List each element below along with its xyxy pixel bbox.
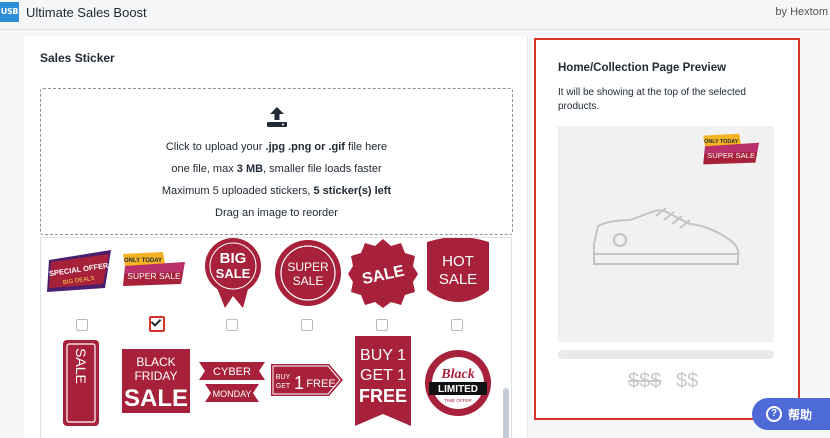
- svg-text:CYBER: CYBER: [213, 366, 251, 378]
- sticker-checkbox[interactable]: [376, 319, 388, 331]
- sticker-black-friday-limited[interactable]: Black LIMITED TIME OFFER: [423, 348, 493, 418]
- sticker-sale-vertical[interactable]: SALE: [61, 338, 101, 428]
- preview-sticker: ONLY TODAY SUPER SALE: [703, 133, 759, 165]
- help-icon: ?: [766, 406, 782, 422]
- sticker-sale-badge[interactable]: SALE: [347, 238, 419, 308]
- sticker-super-sale-round[interactable]: SUPER SALE: [273, 238, 343, 308]
- sticker-cyber-monday[interactable]: CYBER MONDAY: [197, 358, 267, 408]
- svg-text:FREE: FREE: [359, 386, 407, 406]
- svg-text:1: 1: [294, 373, 304, 393]
- svg-text:SUPER SALE: SUPER SALE: [707, 151, 755, 160]
- svg-text:FRIDAY: FRIDAY: [134, 369, 177, 383]
- sticker-checkbox[interactable]: [226, 319, 238, 331]
- svg-text:SALE: SALE: [293, 274, 324, 288]
- by-vendor-link[interactable]: by Hextom: [775, 6, 828, 18]
- sticker-special-offer[interactable]: SPECIAL OFFER BIG DEALS: [45, 246, 115, 296]
- svg-text:ONLY TODAY: ONLY TODAY: [704, 139, 738, 145]
- sticker-buy1-get1-free-flag[interactable]: BUY 1 GET 1 FREE: [353, 334, 413, 428]
- svg-text:Black: Black: [440, 367, 474, 382]
- svg-text:BLACK: BLACK: [136, 355, 175, 369]
- svg-text:MONDAY: MONDAY: [213, 389, 252, 399]
- sticker-gallery: SPECIAL OFFER BIG DEALS ONLY TODAY SUPER…: [40, 237, 512, 438]
- svg-text:BUY 1: BUY 1: [360, 347, 406, 364]
- sticker-checkbox-selected[interactable]: [149, 316, 165, 332]
- svg-text:SUPER: SUPER: [287, 260, 329, 274]
- upload-icon: [267, 107, 287, 127]
- svg-text:SALE: SALE: [73, 348, 89, 384]
- app-logo-icon: USB: [0, 2, 19, 22]
- product-image-placeholder: ONLY TODAY SUPER SALE: [558, 126, 774, 342]
- product-title-placeholder: [558, 350, 774, 359]
- svg-text:SALE: SALE: [124, 385, 188, 412]
- upload-count-limit: Maximum 5 uploaded stickers, 5 sticker(s…: [161, 185, 392, 197]
- app-header: USB Ultimate Sales Boost by Hextom: [0, 0, 830, 30]
- price-new: $$: [676, 370, 699, 392]
- preview-description: It will be showing at the top of the sel…: [558, 87, 746, 112]
- sticker-checkbox[interactable]: [451, 319, 463, 331]
- help-label: 帮助: [788, 408, 813, 422]
- help-button[interactable]: ? 帮助: [752, 398, 830, 430]
- sticker-gallery-scrollbar[interactable]: [503, 388, 509, 438]
- shoe-icon: [593, 207, 740, 265]
- svg-text:BIG: BIG: [220, 250, 247, 267]
- svg-text:SUPER SALE: SUPER SALE: [127, 271, 181, 281]
- svg-text:GET: GET: [276, 383, 291, 390]
- preview-title: Home/Collection Page Preview: [558, 62, 727, 74]
- sticker-hot-sale[interactable]: HOT SALE: [423, 238, 493, 308]
- sticker-checkbox[interactable]: [76, 319, 88, 331]
- svg-text:FREE: FREE: [306, 378, 335, 390]
- sticker-buy-1-get-1-free-arrow[interactable]: BUY GET 1 FREE: [269, 362, 345, 398]
- svg-text:SALE: SALE: [439, 271, 477, 288]
- sales-sticker-panel: Sales Sticker Click to upload your .jpg …: [24, 36, 528, 438]
- app-title: Ultimate Sales Boost: [26, 5, 147, 20]
- svg-text:LIMITED: LIMITED: [438, 384, 478, 395]
- panel-title: Sales Sticker: [40, 51, 115, 65]
- reorder-hint: Drag an image to reorder: [215, 207, 338, 219]
- price-old: $$$: [628, 370, 662, 392]
- svg-text:HOT: HOT: [442, 253, 474, 270]
- svg-text:SALE: SALE: [216, 266, 251, 281]
- upload-dropzone[interactable]: Click to upload your .jpg .png or .gif f…: [40, 88, 513, 235]
- preview-card: Home/Collection Page Preview It will be …: [546, 44, 794, 412]
- preview-panel: Home/Collection Page Preview It will be …: [534, 38, 800, 420]
- svg-text:GET 1: GET 1: [360, 367, 406, 384]
- sticker-only-today-super-sale[interactable]: ONLY TODAY SUPER SALE: [121, 250, 189, 290]
- svg-text:TIME OFFER: TIME OFFER: [444, 398, 472, 403]
- svg-text:BUY: BUY: [276, 374, 291, 381]
- sticker-big-sale[interactable]: BIG SALE: [199, 238, 267, 310]
- upload-size-limit: one file, max 3 MB, smaller file loads f…: [171, 163, 382, 175]
- svg-text:ONLY TODAY: ONLY TODAY: [124, 258, 162, 264]
- sticker-checkbox[interactable]: [301, 319, 313, 331]
- sticker-black-friday-sale[interactable]: BLACK FRIDAY SALE: [121, 348, 191, 414]
- upload-instruction: Click to upload your .jpg .png or .gif f…: [165, 141, 388, 153]
